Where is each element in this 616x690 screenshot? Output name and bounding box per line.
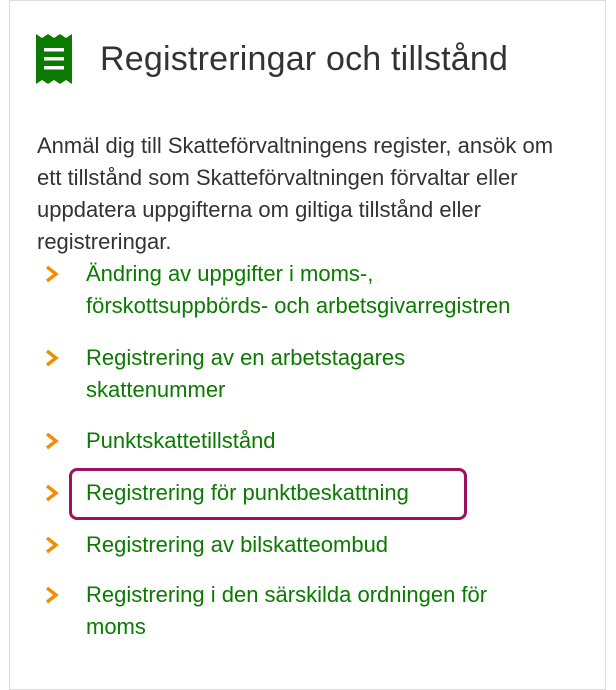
link-registrering-arbetstagares-skattenummer[interactable]: Registrering av en arbetstagares skatten… [86,342,405,406]
link-label-line2: förskottsuppbörds- och arbetsgivarregist… [86,293,511,318]
link-punktskattetillstand[interactable]: Punktskattetillstånd [86,425,276,457]
link-label-line2: moms [86,614,146,639]
link-registrering-sarskilda-ordningen-moms[interactable]: Registrering i den särskilda ordningen f… [86,579,487,643]
intro-text: Anmäl dig till Skatteförvaltningens regi… [37,133,554,254]
link-label-line1: Ändring av uppgifter i moms-, [86,261,374,286]
chevron-right-icon [45,432,59,450]
chevron-right-icon [45,536,59,554]
list-item: Ändring av uppgifter i moms-, förskottsu… [44,258,584,322]
link-label-line2: skattenummer [86,377,226,402]
document-list-icon [36,34,72,84]
page-title: Registreringar och tillstånd [100,39,509,78]
section-header: Registreringar och tillstånd [36,34,508,84]
list-item: Registrering av bilskatteombud [44,529,584,561]
link-registrering-for-punktbeskattning[interactable]: Registrering för punktbeskattning [86,477,409,509]
list-item: Registrering av en arbetstagares skatten… [44,342,584,406]
chevron-right-icon [45,349,59,367]
link-label-line1: Registrering i den särskilda ordningen f… [86,582,488,607]
chevron-right-icon [45,586,59,604]
chevron-right-icon [45,484,59,502]
link-label-line1: Registrering av en arbetstagares [86,345,406,370]
list-item: Registrering för punktbeskattning [44,477,584,509]
link-andring-av-uppgifter[interactable]: Ändring av uppgifter i moms-, förskottsu… [86,258,510,322]
list-item: Punktskattetillstånd [44,425,584,457]
link-registrering-av-bilskatteombud[interactable]: Registrering av bilskatteombud [86,529,388,561]
list-item: Registrering i den särskilda ordningen f… [44,579,584,643]
chevron-right-icon [45,265,59,283]
